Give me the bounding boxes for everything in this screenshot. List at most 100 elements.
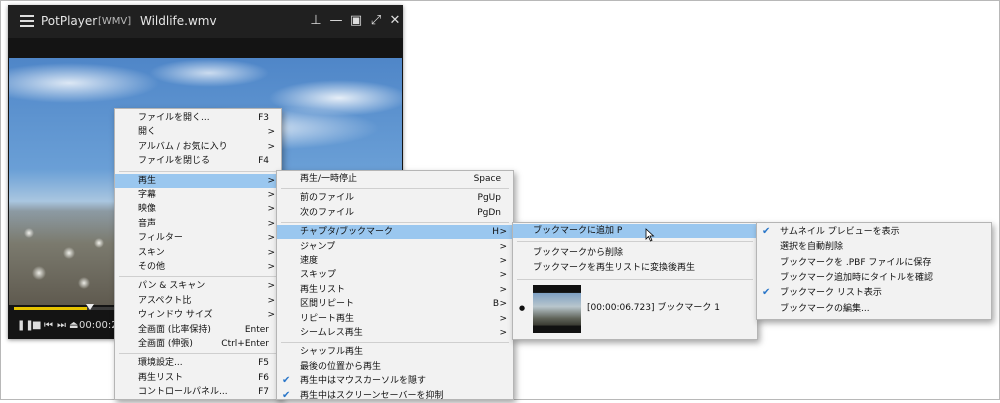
menu-item-label: リピート再生 bbox=[300, 313, 355, 324]
submenu-arrow-icon: > bbox=[267, 175, 275, 186]
menu-item-shortcut: F3 bbox=[258, 113, 269, 123]
menu-item[interactable]: 音声 > bbox=[115, 217, 281, 231]
menu-item[interactable]: 前のファイル PgUp bbox=[277, 191, 513, 205]
menu-separator bbox=[119, 276, 277, 278]
menu-item[interactable]: 全画面 (伸張) Ctrl+Enter bbox=[115, 337, 281, 351]
main-context-menu: ファイルを開く... F3 開く > アルバム / お気に入り > ファイルを閉じる F4 再生… bbox=[114, 108, 282, 400]
app-name: PotPlayer bbox=[41, 14, 98, 28]
menu-item-shortcut: Enter bbox=[244, 324, 269, 335]
submenu-arrow-icon: > bbox=[267, 233, 275, 244]
menu-item[interactable]: 再生リスト > bbox=[277, 283, 513, 297]
menu-item[interactable]: スキップ > bbox=[277, 268, 513, 282]
menu-item[interactable]: リピート再生 > bbox=[277, 312, 513, 326]
menu-item[interactable]: 次のファイル PgDn bbox=[277, 206, 513, 220]
menu-item-label: 速度 bbox=[300, 256, 319, 266]
seek-handle[interactable] bbox=[86, 304, 94, 310]
menu-item-label: スキン bbox=[138, 247, 165, 258]
menu-item[interactable]: 字幕 > bbox=[115, 188, 281, 202]
menu-item[interactable]: チャプタ/ブックマーク H > bbox=[277, 225, 513, 240]
menu-item[interactable]: ウィンドウ サイズ > bbox=[115, 308, 281, 322]
menu-item[interactable]: スキン > bbox=[115, 246, 281, 260]
play-submenu: 再生/一時停止 Space 前のファイル PgUp 次のファイル PgDn チャプタ/ブック… bbox=[276, 170, 514, 403]
hamburger-menu-icon[interactable] bbox=[20, 15, 34, 27]
close-icon[interactable]: ✕ bbox=[387, 12, 403, 30]
checkmark-icon: ✔ bbox=[762, 287, 771, 299]
fullscreen-icon[interactable]: ⤢ bbox=[368, 12, 384, 30]
submenu-arrow-icon: > bbox=[267, 204, 275, 215]
menu-item[interactable]: ✔ サムネイル プレビューを表示 bbox=[757, 225, 991, 239]
menu-item[interactable]: ✔ 再生中はスクリーンセーバーを抑制 bbox=[277, 389, 513, 403]
menu-item[interactable]: 区間リピート B > bbox=[277, 297, 513, 311]
menu-item-remove-bookmark[interactable]: ブックマークから削除 bbox=[513, 246, 757, 260]
menu-item-label: 前のファイル bbox=[300, 193, 355, 204]
next-icon[interactable]: ⏭ bbox=[57, 320, 66, 332]
menu-item[interactable]: その他 > bbox=[115, 260, 281, 274]
submenu-arrow-icon: > bbox=[499, 284, 507, 295]
menu-item[interactable]: シームレス再生 > bbox=[277, 326, 513, 340]
menu-item-label: 再生/一時停止 bbox=[300, 174, 358, 184]
menu-item[interactable]: ファイルを閉じる F4 bbox=[115, 154, 281, 168]
bookmark-thumbnail bbox=[533, 285, 581, 333]
menu-item-convert-bookmark[interactable]: ブックマークを再生リストに変換後再生 bbox=[513, 261, 757, 275]
menu-item-label: ウィンドウ サイズ bbox=[138, 310, 213, 321]
menu-item-label: コントロールパネル... bbox=[138, 387, 228, 398]
menu-item-shortcut: F6 bbox=[258, 372, 269, 383]
menu-separator bbox=[517, 241, 753, 242]
menu-item-shortcut: PgUp bbox=[477, 193, 501, 204]
maximize-icon[interactable]: ▣ bbox=[348, 12, 364, 30]
menu-item[interactable]: 再生/一時停止 Space bbox=[277, 172, 513, 186]
minimize-icon[interactable]: — bbox=[328, 12, 344, 30]
menu-item-label: 最後の位置から再生 bbox=[300, 361, 382, 372]
menu-item[interactable]: ブックマーク追加時にタイトルを確認 bbox=[757, 271, 991, 285]
menu-item[interactable]: 速度 > bbox=[277, 254, 513, 268]
menu-separator bbox=[119, 170, 277, 172]
menu-item[interactable]: コントロールパネル... F7 bbox=[115, 385, 281, 399]
menu-item-label: 再生リスト bbox=[138, 372, 184, 383]
menu-item[interactable]: 全画面 (比率保持) Enter bbox=[115, 323, 281, 337]
menu-item[interactable]: ジャンプ > bbox=[277, 240, 513, 254]
submenu-arrow-icon: > bbox=[267, 218, 275, 229]
menu-item[interactable]: ブックマークを .PBF ファイルに保存 bbox=[757, 256, 991, 270]
menu-item[interactable]: 映像 > bbox=[115, 202, 281, 216]
menu-item-add-bookmark[interactable]: ブックマークに追加 P bbox=[513, 224, 757, 238]
menu-item[interactable]: ブックマークの編集... bbox=[757, 302, 991, 316]
menu-item-label: 全画面 (伸張) bbox=[138, 339, 193, 349]
menu-item[interactable]: 選択を自動削除 bbox=[757, 240, 991, 254]
title-bar[interactable]: PotPlayer [WMV] Wildlife.wmv ⊥ — ▣ ⤢ ✕ bbox=[8, 5, 403, 38]
menu-item-label: ブックマークの編集... bbox=[780, 303, 870, 314]
menu-item[interactable]: アスペクト比 > bbox=[115, 294, 281, 308]
submenu-arrow-icon: > bbox=[267, 127, 275, 138]
menu-item[interactable]: ファイルを開く... F3 bbox=[115, 111, 281, 125]
bookmark-entry[interactable]: ● [00:00:06.723] ブックマーク 1 bbox=[513, 283, 757, 335]
file-name: Wildlife.wmv bbox=[140, 14, 217, 28]
submenu-arrow-icon: > bbox=[267, 190, 275, 200]
submenu-arrow-icon: > bbox=[267, 141, 275, 152]
menu-item-shortcut: B bbox=[492, 299, 499, 310]
stop-icon[interactable]: ■ bbox=[32, 320, 41, 332]
menu-item[interactable]: アルバム / お気に入り > bbox=[115, 140, 281, 154]
menu-item[interactable]: 再生 > bbox=[115, 173, 281, 188]
menu-item[interactable]: ✔ 再生中はマウスカーソルを隠す bbox=[277, 374, 513, 388]
previous-icon[interactable]: ⏮ bbox=[44, 320, 53, 332]
menu-item[interactable]: フィルター > bbox=[115, 231, 281, 245]
menu-item-label: サムネイル プレビューを表示 bbox=[780, 227, 900, 237]
menu-item[interactable]: シャッフル再生 bbox=[277, 345, 513, 359]
menu-item[interactable]: 開く > bbox=[115, 125, 281, 139]
menu-item-label: フィルター bbox=[138, 233, 183, 244]
menu-item-label: チャプタ/ブックマーク bbox=[300, 227, 393, 238]
submenu-arrow-icon: > bbox=[499, 256, 507, 266]
menu-item-label: 再生中はスクリーンセーバーを抑制 bbox=[300, 390, 444, 401]
menu-item-label: 全画面 (比率保持) bbox=[138, 324, 211, 335]
menu-item[interactable]: 再生リスト F6 bbox=[115, 371, 281, 385]
menu-item[interactable]: ✔ ブックマーク リスト表示 bbox=[757, 286, 991, 300]
checkmark-icon: ✔ bbox=[762, 226, 771, 237]
pin-icon[interactable]: ⊥ bbox=[308, 12, 324, 30]
submenu-arrow-icon: > bbox=[499, 328, 507, 338]
menu-item[interactable]: 環境設定... F5 bbox=[115, 356, 281, 370]
submenu-arrow-icon: > bbox=[499, 270, 507, 281]
eject-icon[interactable]: ⏏ bbox=[69, 320, 78, 332]
menu-item-label: 選択を自動削除 bbox=[780, 242, 844, 253]
menu-item[interactable]: パン & スキャン > bbox=[115, 279, 281, 293]
menu-item[interactable]: 最後の位置から再生 bbox=[277, 360, 513, 374]
submenu-arrow-icon: > bbox=[267, 281, 275, 292]
